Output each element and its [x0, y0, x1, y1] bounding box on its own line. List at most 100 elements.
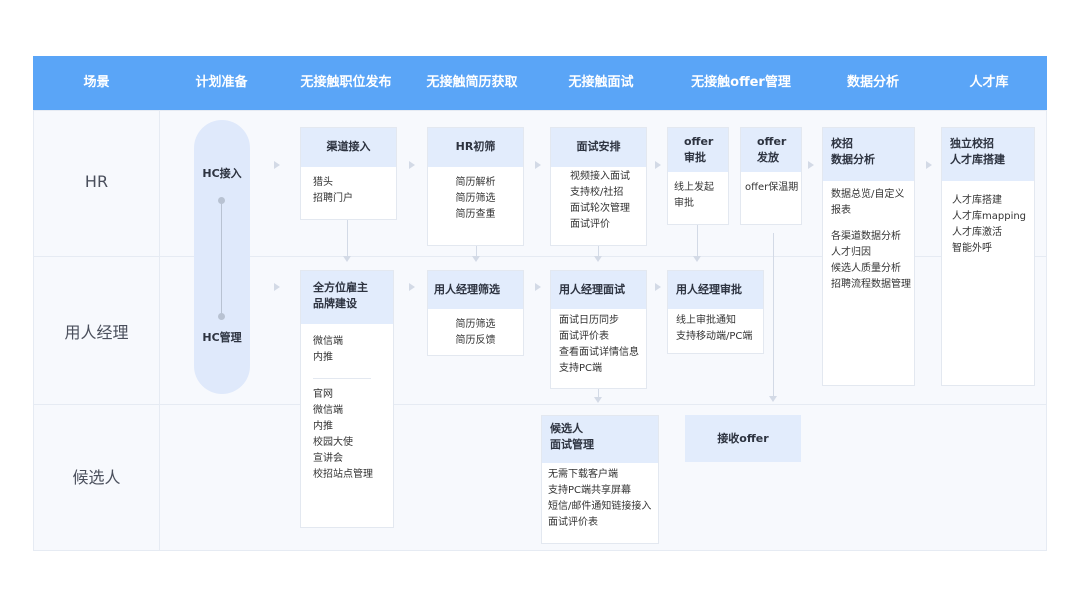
- arrow-right: [655, 161, 661, 169]
- card-item: 审批: [674, 198, 694, 209]
- card-title-line: 候选人: [550, 422, 583, 435]
- card-body: 人才库搭建 人才库mapping 人才库激活 智能外呼: [942, 181, 1034, 257]
- connector-line: [476, 246, 477, 256]
- hc-pill: [194, 120, 250, 394]
- card-body: 猎头 招聘门户: [301, 167, 396, 215]
- card-body: 数据总览/自定义 报表 各渠道数据分析 人才归因 候选人质量分析 招聘流程数据管…: [823, 181, 914, 293]
- card-hr-screen: HR初筛 简历解析 简历筛选 简历查重: [427, 127, 524, 246]
- arrow-down: [594, 397, 602, 403]
- connector-line: [697, 225, 698, 256]
- card-item: 人才库mapping: [952, 211, 1027, 222]
- card-candidate-interview: 候选人 面试管理 无需下载客户端 支持PC端共享屏幕 短信/邮件通知链接接入 面…: [541, 415, 659, 544]
- hc-dot-top: [218, 197, 225, 204]
- header-resume: 无接触简历获取: [426, 75, 518, 90]
- card-body: 简历筛选 简历反馈: [428, 309, 523, 357]
- card-title-line: 数据分析: [831, 153, 875, 166]
- card-item: 无需下载客户端: [548, 469, 618, 480]
- card-title: HR初筛: [428, 128, 523, 167]
- card-title-line: 全方位雇主: [313, 281, 368, 294]
- card-item: 支持校/社招: [570, 187, 624, 198]
- connector-line: [773, 233, 774, 396]
- card-item: 宣讲会: [313, 453, 343, 464]
- card-item: 简历筛选: [455, 319, 496, 330]
- arrow-right: [808, 161, 814, 169]
- card-interview-arrange: 面试安排 视频接入面试 支持校/社招 面试轮次管理 面试评价: [550, 127, 647, 246]
- card-item: 校园大使: [313, 437, 353, 448]
- card-manager-approve: 用人经理审批 线上审批通知 支持移动端/PC端: [667, 270, 764, 354]
- lane-label-candidate: 候选人: [72, 468, 121, 487]
- header-talent-pool: 人才库: [969, 75, 1009, 90]
- arrow-right: [274, 283, 280, 291]
- connector-line: [598, 246, 599, 256]
- card-employer-brand: 全方位雇主 品牌建设 微信端 内推 官网 微信端 内推 校园大使 宣讲会 校招站…: [300, 270, 394, 528]
- card-item: 微信端: [313, 336, 343, 347]
- lane-label-manager: 用人经理: [64, 323, 129, 342]
- card-body: 无需下载客户端 支持PC端共享屏幕 短信/邮件通知链接接入 面试评价表: [542, 463, 658, 531]
- card-title: 渠道接入: [301, 128, 396, 167]
- card-item: 内推: [313, 352, 333, 363]
- card-title: 用人经理审批: [668, 271, 763, 309]
- header-scene: 场景: [83, 75, 110, 90]
- card-item: 简历查重: [455, 209, 496, 220]
- card-body: 微信端 内推 官网 微信端 内推 校园大使 宣讲会 校招站点管理: [301, 324, 393, 483]
- card-item: 面试轮次管理: [570, 203, 630, 214]
- card-item: 人才库搭建: [952, 195, 1002, 206]
- card-title: 用人经理筛选: [428, 271, 523, 309]
- card-item: 猎头: [313, 177, 333, 188]
- hc-dot-bottom: [218, 313, 225, 320]
- card-offer-approve: offer 审批 线上发起 审批: [667, 127, 729, 225]
- card-body: 视频接入面试 支持校/社招 面试轮次管理 面试评价: [551, 167, 646, 233]
- header-analytics: 数据分析: [846, 75, 899, 90]
- card-manager-screen: 用人经理筛选 简历筛选 简历反馈: [427, 270, 524, 356]
- header-job-post: 无接触职位发布: [300, 75, 392, 90]
- card-body: 简历解析 简历筛选 简历查重: [428, 167, 523, 231]
- connector-line: [598, 389, 599, 397]
- card-item: 短信/邮件通知链接接入: [548, 501, 652, 512]
- card-title-line: 人才库搭建: [950, 153, 1005, 166]
- arrow-right: [535, 161, 541, 169]
- card-campus-analysis: 校招 数据分析 数据总览/自定义 报表 各渠道数据分析 人才归因 候选人质量分析…: [822, 127, 915, 386]
- recruitment-flow-diagram: 场景 计划准备 无接触职位发布 无接触简历获取 无接触面试 无接触offer管理…: [0, 0, 1080, 608]
- card-title-line: 独立校招: [950, 137, 994, 150]
- connector-line: [347, 220, 348, 256]
- card-item: 报表: [831, 205, 851, 216]
- card-title: offer 审批: [668, 128, 728, 172]
- arrow-right: [409, 283, 415, 291]
- card-talent-pool: 独立校招 人才库搭建 人才库搭建 人才库mapping 人才库激活 智能外呼: [941, 127, 1035, 386]
- arrow-right: [926, 161, 932, 169]
- card-title: 校招 数据分析: [823, 128, 914, 181]
- hc-access-label: HC接入: [202, 167, 242, 180]
- card-title-line: offer: [757, 135, 787, 148]
- card-title: 独立校招 人才库搭建: [942, 128, 1034, 181]
- card-title: offer 发放: [741, 128, 801, 172]
- card-item: 人才归因: [831, 247, 871, 258]
- card-title-line: offer: [684, 135, 714, 148]
- card-item: 支持移动端/PC端: [676, 331, 753, 342]
- header-offer: 无接触offer管理: [691, 75, 791, 90]
- card-item: 内推: [313, 421, 333, 432]
- card-item: 简历反馈: [455, 335, 496, 346]
- card-item: 智能外呼: [952, 243, 992, 254]
- header-interview: 无接触面试: [568, 75, 634, 90]
- card-item: 官网: [313, 389, 333, 400]
- card-item: 面试评价: [570, 219, 610, 230]
- card-item: 数据总览/自定义: [831, 189, 905, 200]
- card-item: 线上审批通知: [676, 315, 736, 326]
- card-title-line: 校招: [831, 137, 853, 150]
- card-item: 简历筛选: [455, 193, 496, 204]
- card-gap: [831, 219, 910, 229]
- card-item: 校招站点管理: [313, 469, 373, 480]
- card-item: 简历解析: [455, 177, 496, 188]
- arrow-right: [274, 161, 280, 169]
- arrow-down: [343, 256, 351, 262]
- card-item: 面试评价表: [548, 517, 598, 528]
- card-divider: [313, 378, 371, 379]
- card-item: 支持PC端共享屏幕: [548, 485, 632, 496]
- card-manager-interview: 用人经理面试 面试日历同步 面试评价表 查看面试详情信息 支持PC端: [550, 270, 647, 389]
- arrow-right: [535, 283, 541, 291]
- card-title-line: 面试管理: [550, 438, 594, 451]
- card-receive-offer: 接收offer: [685, 415, 801, 462]
- arrow-down: [594, 256, 602, 262]
- card-item: 视频接入面试: [570, 171, 630, 182]
- card-offer-issue: offer 发放 offer保温期: [740, 127, 802, 225]
